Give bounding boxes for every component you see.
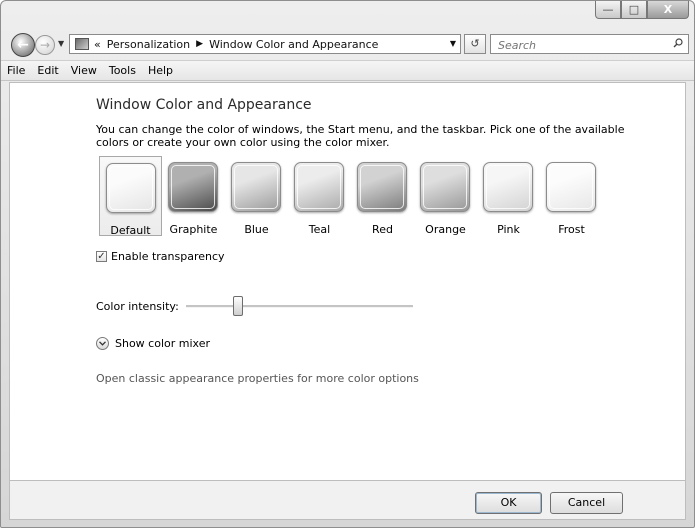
breadcrumb-separator-icon[interactable]: ▶ (196, 39, 203, 49)
page-description: You can change the color of windows, the… (96, 123, 625, 149)
transparency-checkbox[interactable]: ✓ (96, 251, 107, 262)
swatch-label: Orange (425, 223, 466, 236)
search-input[interactable] (496, 36, 660, 54)
address-bar[interactable]: « Personalization ▶ Window Color and App… (69, 34, 461, 54)
swatch-blue[interactable]: Blue (225, 156, 288, 236)
swatch-teal[interactable]: Teal (288, 156, 351, 236)
control-panel-icon (75, 38, 89, 50)
breadcrumb-overflow[interactable]: « (94, 38, 101, 51)
caption-buttons: — □ X (595, 1, 689, 19)
swatch-default[interactable]: Default (99, 156, 162, 237)
minimize-button[interactable]: — (595, 1, 621, 19)
swatch-tile (357, 162, 407, 212)
swatch-label: Pink (497, 223, 520, 236)
swatch-orange[interactable]: Orange (414, 156, 477, 236)
refresh-icon: ↺ (470, 37, 480, 50)
intensity-label: Color intensity: (96, 300, 179, 313)
swatch-label: Blue (244, 223, 269, 236)
address-dropdown-icon[interactable]: ▼ (450, 39, 456, 48)
swatch-label: Frost (558, 223, 585, 236)
transparency-label[interactable]: Enable transparency (111, 250, 225, 263)
dialog-footer: OK Cancel (9, 480, 686, 520)
menu-bar: File Edit View Tools Help (1, 60, 694, 81)
page-title: Window Color and Appearance (96, 97, 312, 113)
intensity-slider-track[interactable] (186, 305, 413, 308)
refresh-button[interactable]: ↺ (464, 34, 486, 54)
swatch-red[interactable]: Red (351, 156, 414, 236)
menu-help[interactable]: Help (142, 64, 179, 77)
swatch-label: Default (110, 224, 151, 237)
search-icon[interactable] (673, 38, 683, 48)
menu-edit[interactable]: Edit (31, 64, 64, 77)
breadcrumb-personalization[interactable]: Personalization (107, 38, 190, 51)
swatch-label: Graphite (169, 223, 218, 236)
menu-tools[interactable]: Tools (103, 64, 142, 77)
swatch-tile (106, 163, 156, 213)
swatch-tile (546, 162, 596, 212)
swatch-label: Red (372, 223, 393, 236)
close-button[interactable]: X (647, 1, 689, 19)
color-mixer-toggle[interactable]: Show color mixer (96, 337, 210, 350)
swatch-tile (420, 162, 470, 212)
swatch-tile (231, 162, 281, 212)
menu-view[interactable]: View (65, 64, 103, 77)
color-swatches: Default Graphite Blue Teal Red Orange Pi… (99, 156, 603, 237)
back-arrow-icon: ← (17, 37, 29, 53)
forward-arrow-icon: → (39, 38, 51, 52)
swatch-graphite[interactable]: Graphite (162, 156, 225, 236)
transparency-option[interactable]: ✓ Enable transparency (96, 250, 225, 263)
swatch-tile (168, 162, 218, 212)
navigation-bar: ← → ▼ « Personalization ▶ Window Color a… (1, 31, 694, 57)
swatch-tile (294, 162, 344, 212)
swatch-label: Teal (308, 223, 331, 236)
maximize-button[interactable]: □ (621, 1, 647, 19)
ok-button[interactable]: OK (475, 492, 542, 514)
intensity-slider-thumb[interactable] (233, 296, 244, 316)
swatch-pink[interactable]: Pink (477, 156, 540, 236)
swatch-tile (483, 162, 533, 212)
recent-pages-dropdown-icon[interactable]: ▼ (58, 39, 64, 48)
swatch-frost[interactable]: Frost (540, 156, 603, 236)
window: — □ X ← → ▼ « Personalization ▶ Window C… (0, 0, 695, 528)
menu-file[interactable]: File (1, 64, 31, 77)
forward-button[interactable]: → (35, 35, 55, 55)
breadcrumb-window-color[interactable]: Window Color and Appearance (209, 38, 378, 51)
cancel-button[interactable]: Cancel (550, 492, 623, 514)
back-button[interactable]: ← (11, 33, 35, 57)
title-bar: — □ X (1, 1, 694, 29)
classic-appearance-link[interactable]: Open classic appearance properties for m… (96, 372, 419, 385)
color-mixer-label[interactable]: Show color mixer (115, 337, 210, 350)
search-box[interactable] (490, 34, 689, 54)
chevron-down-icon[interactable] (96, 337, 109, 350)
content-pane: Window Color and Appearance You can chan… (9, 82, 686, 480)
